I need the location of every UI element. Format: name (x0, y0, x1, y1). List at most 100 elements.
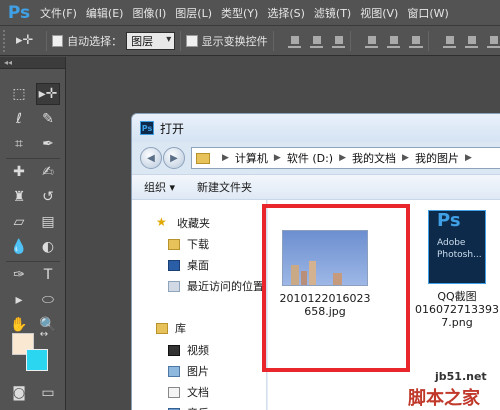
photoshop-file-thumbnail: Ps Adobe Photosh... (428, 210, 486, 284)
menu-layer[interactable]: 图层(L) (175, 5, 212, 21)
chevron-right-icon[interactable]: ▶ (274, 153, 281, 163)
nav-videos-label: 视频 (187, 344, 209, 357)
distribute-top-icon[interactable] (442, 34, 456, 48)
align-left-icon[interactable] (365, 34, 379, 48)
gradient-tool-icon[interactable]: ▤ (36, 211, 60, 233)
auto-select-label: 自动选择： (67, 34, 123, 48)
file-name-line1: QQ截图 (437, 290, 477, 303)
auto-select-target-dropdown[interactable]: 图层 (126, 31, 176, 50)
nav-favorites[interactable]: ★ 收藏夹 (156, 215, 210, 231)
menu-select[interactable]: 选择(S) (267, 5, 305, 21)
tools-panel: ◂◂ ⬚ ▸✛ ℓ ✎ ⌗ ✒ ✚ ✍ ♜ ↺ ▱ ▤ 💧 ◐ ✑ T ▸ ⬭ … (0, 57, 66, 410)
nav-desktop-label: 桌面 (187, 259, 209, 272)
menu-type[interactable]: 类型(Y) (221, 5, 258, 21)
nav-music-label: 音乐 (187, 405, 209, 410)
breadcrumb-drive[interactable]: 软件 (D:) (287, 150, 333, 166)
videos-icon (168, 344, 180, 356)
nav-recent[interactable]: 最近访问的位置 (168, 278, 264, 294)
nav-music[interactable]: 音乐 (168, 405, 209, 410)
dodge-tool-icon[interactable]: ◐ (36, 236, 60, 258)
move-tool-preset-icon[interactable]: ▸✛ (9, 30, 41, 52)
quick-selection-tool-icon[interactable]: ✎ (36, 108, 60, 130)
divider (180, 30, 182, 51)
path-selection-tool-icon[interactable]: ▸ (7, 289, 31, 311)
menu-image[interactable]: 图像(I) (132, 5, 166, 21)
pen-tool-icon[interactable]: ✑ (7, 264, 31, 286)
dialog-title: 打开 (160, 121, 185, 136)
eyedropper-tool-icon[interactable]: ✒ (36, 133, 60, 155)
auto-select-target-value: 图层 (131, 34, 154, 48)
auto-select-checkbox[interactable] (51, 34, 64, 47)
watermark-site: jb51.net (435, 370, 487, 383)
red-highlight-box (262, 204, 410, 372)
nav-videos[interactable]: 视频 (168, 342, 209, 358)
new-folder-button[interactable]: 新建文件夹 (197, 179, 252, 195)
forward-button[interactable]: ▶ (163, 147, 185, 169)
command-bar: 组织 ▾ 新建文件夹 (132, 174, 500, 200)
photoshop-logo: Ps (7, 2, 31, 23)
breadcrumb-documents[interactable]: 我的文档 (352, 150, 396, 166)
recent-places-icon (168, 280, 180, 292)
nav-favorites-label: 收藏夹 (177, 217, 210, 230)
clone-stamp-tool-icon[interactable]: ♜ (7, 186, 31, 208)
align-right-icon[interactable] (409, 34, 423, 48)
photoshop-icon: Ps (140, 121, 154, 135)
distribute-bottom-icon[interactable] (486, 34, 500, 48)
swap-colors-icon[interactable]: ↔ (36, 327, 52, 341)
shape-tool-icon[interactable]: ⬭ (36, 289, 60, 311)
documents-icon (168, 386, 180, 398)
tools-panel-header[interactable]: ◂◂ (0, 57, 65, 69)
file-name-line3: 7.png (441, 316, 473, 329)
menu-file[interactable]: 文件(F) (40, 5, 77, 21)
show-transform-checkbox[interactable] (186, 34, 198, 47)
menu-bar: Ps 文件(F) 编辑(E) 图像(I) 图层(L) 类型(Y) 选择(S) 滤… (0, 0, 500, 26)
chevron-right-icon[interactable]: ▶ (402, 153, 409, 163)
nav-library[interactable]: 库 (156, 320, 186, 336)
back-button[interactable]: ◀ (140, 147, 162, 169)
nav-desktop[interactable]: 桌面 (168, 257, 209, 273)
align-hcenter-icon[interactable] (387, 34, 401, 48)
align-bottom-icon[interactable] (331, 34, 346, 48)
menu-edit[interactable]: 编辑(E) (86, 5, 124, 21)
nav-pictures-label: 图片 (187, 365, 209, 378)
address-row: ◀ ▶ ▶ 计算机 ▶ 软件 (D:) ▶ 我的文档 ▶ 我的图片 ▶ (132, 142, 500, 174)
type-tool-icon[interactable]: T (36, 264, 60, 286)
menu-filter[interactable]: 滤镜(T) (314, 5, 351, 21)
blur-tool-icon[interactable]: 💧 (7, 236, 31, 258)
brush-tool-icon[interactable]: ✍ (36, 161, 60, 183)
align-top-icon[interactable] (287, 34, 301, 48)
menu-window[interactable]: 窗口(W) (407, 5, 448, 21)
chevron-right-icon[interactable]: ▶ (339, 153, 346, 163)
address-bar[interactable]: ▶ 计算机 ▶ 软件 (D:) ▶ 我的文档 ▶ 我的图片 ▶ (191, 147, 500, 169)
distribute-vcenter-icon[interactable] (464, 34, 478, 48)
breadcrumb-computer[interactable]: 计算机 (235, 150, 268, 166)
star-icon: ★ (156, 215, 167, 229)
quick-mask-icon[interactable]: ◙ (7, 382, 31, 404)
marquee-tool-icon[interactable]: ⬚ (7, 83, 31, 105)
file-item-png[interactable]: Ps Adobe Photosh... QQ截图 016072713393 7.… (402, 210, 500, 329)
move-tool-icon[interactable]: ▸✛ (36, 83, 60, 105)
screen-mode-icon[interactable]: ▭ (36, 382, 60, 404)
lasso-tool-icon[interactable]: ℓ (7, 108, 31, 130)
align-vcenter-icon[interactable] (309, 34, 323, 48)
background-color-swatch[interactable] (26, 349, 48, 371)
nav-downloads[interactable]: 下载 (168, 236, 209, 252)
divider (272, 30, 274, 51)
chevron-right-icon[interactable]: ▶ (465, 153, 472, 163)
breadcrumb-pictures[interactable]: 我的图片 (415, 150, 459, 166)
dialog-title-bar[interactable]: Ps 打开 (132, 114, 500, 142)
organize-button[interactable]: 组织 ▾ (144, 179, 175, 195)
eraser-tool-icon[interactable]: ▱ (7, 211, 31, 233)
nav-pictures[interactable]: 图片 (168, 363, 209, 379)
history-brush-tool-icon[interactable]: ↺ (36, 186, 60, 208)
divider (427, 30, 429, 51)
chevron-right-icon[interactable]: ▶ (222, 153, 229, 163)
healing-brush-tool-icon[interactable]: ✚ (7, 161, 31, 183)
nav-recent-label: 最近访问的位置 (187, 280, 264, 293)
divider (6, 158, 60, 159)
nav-documents[interactable]: 文档 (168, 384, 209, 400)
nav-documents-label: 文档 (187, 386, 209, 399)
menu-view[interactable]: 视图(V) (360, 5, 398, 21)
crop-tool-icon[interactable]: ⌗ (7, 133, 31, 155)
folder-icon (196, 152, 210, 164)
